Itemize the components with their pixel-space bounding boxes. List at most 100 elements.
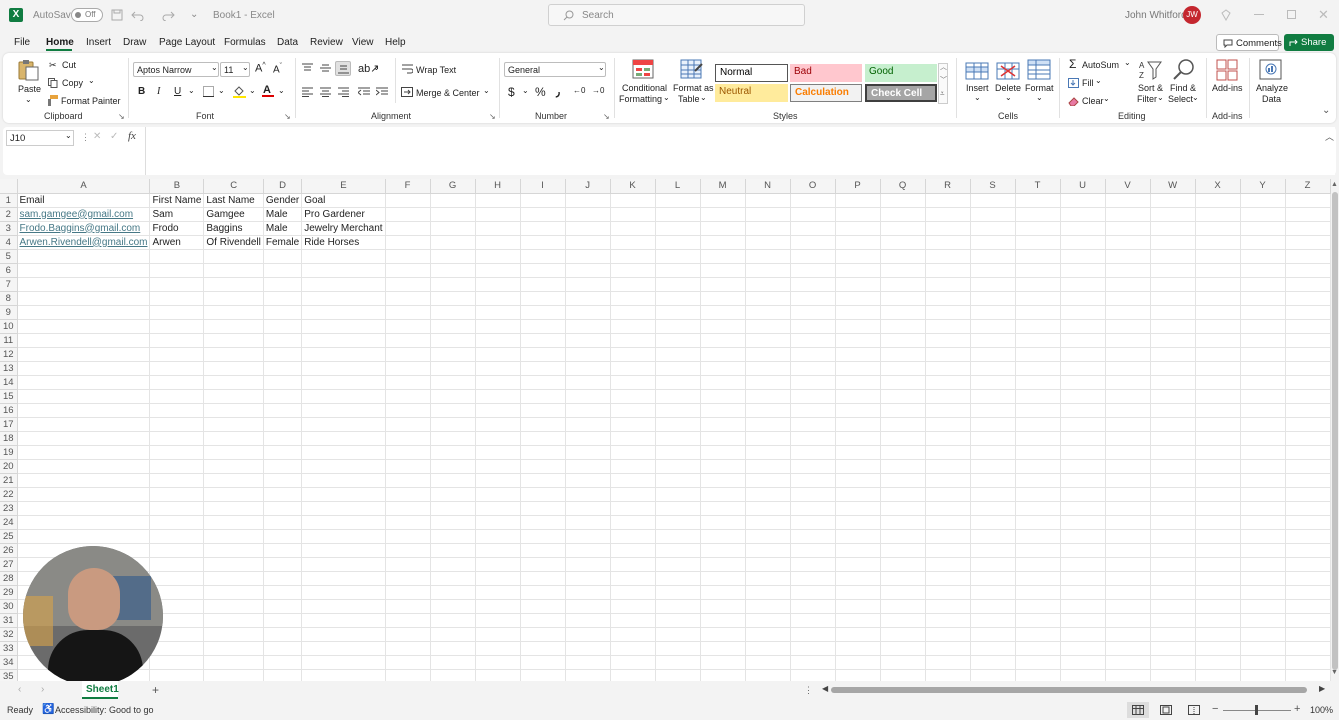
cell[interactable] (385, 263, 431, 278)
column-header[interactable]: Z (1285, 179, 1331, 194)
close-icon[interactable]: ✕ (1318, 7, 1329, 23)
cell[interactable] (745, 571, 791, 586)
cell[interactable] (745, 529, 791, 544)
cell[interactable] (149, 641, 205, 656)
cell[interactable] (1195, 529, 1241, 544)
style-calculation[interactable]: Calculation (790, 84, 862, 102)
fill-color-dropdown-icon[interactable]: ⌄ (249, 86, 256, 95)
cell[interactable] (475, 613, 521, 628)
cell[interactable] (301, 263, 386, 278)
cell[interactable]: Gender (263, 193, 303, 208)
cell[interactable] (745, 585, 791, 600)
cell[interactable] (1150, 627, 1196, 642)
cell[interactable] (925, 557, 971, 572)
cancel-entry-icon[interactable]: ✕ (93, 131, 101, 142)
fill-dropdown-icon[interactable]: ⌄ (1095, 76, 1102, 85)
cell[interactable] (790, 319, 836, 334)
cell[interactable] (745, 305, 791, 320)
cell[interactable] (610, 501, 656, 516)
cell[interactable] (835, 655, 881, 670)
wrap-text-button[interactable]: Wrap Text (416, 65, 456, 75)
cell[interactable] (520, 627, 566, 642)
cell[interactable] (430, 249, 476, 264)
cell[interactable] (430, 319, 476, 334)
insert-cells-button[interactable]: Insert (966, 83, 989, 93)
tab-data[interactable]: Data (277, 37, 298, 48)
cell[interactable] (790, 277, 836, 292)
delete-cells-button[interactable]: Delete (995, 83, 1021, 93)
cell[interactable] (203, 641, 264, 656)
analyze-data-icon[interactable] (1259, 59, 1283, 81)
cell[interactable] (385, 445, 431, 460)
tab-page-layout[interactable]: Page Layout (159, 37, 215, 48)
cell[interactable] (263, 333, 303, 348)
cell[interactable] (1195, 473, 1241, 488)
cell[interactable] (610, 333, 656, 348)
cell[interactable]: Last Name (203, 193, 264, 208)
cell[interactable] (880, 669, 926, 681)
paste-button[interactable]: Paste (18, 84, 41, 94)
more-options-icon[interactable]: ⋮ (81, 132, 90, 143)
find-select-button[interactable]: Select (1168, 94, 1193, 104)
cell[interactable] (880, 641, 926, 656)
cell[interactable] (610, 599, 656, 614)
cell[interactable] (1015, 249, 1061, 264)
cell[interactable] (565, 389, 611, 404)
cell[interactable] (925, 445, 971, 460)
cell[interactable] (610, 445, 656, 460)
column-header[interactable]: S (970, 179, 1016, 194)
cell[interactable]: Female (263, 235, 303, 250)
cell[interactable] (655, 375, 701, 390)
cell[interactable] (790, 473, 836, 488)
cell[interactable] (430, 403, 476, 418)
cell[interactable] (700, 375, 746, 390)
cell[interactable] (790, 221, 836, 236)
zoom-out-icon[interactable]: − (1212, 703, 1218, 715)
cell[interactable] (17, 431, 151, 446)
cell[interactable]: Arwen (149, 235, 205, 250)
copy-dropdown-icon[interactable]: ⌄ (88, 76, 95, 85)
cell[interactable] (1150, 669, 1196, 681)
cell[interactable] (520, 459, 566, 474)
cell[interactable] (745, 487, 791, 502)
cell[interactable] (1060, 319, 1106, 334)
cell[interactable] (1240, 207, 1286, 222)
cell[interactable] (790, 669, 836, 681)
cell[interactable] (565, 417, 611, 432)
cell[interactable] (1285, 235, 1331, 250)
column-header[interactable]: F (385, 179, 431, 194)
cell[interactable] (925, 249, 971, 264)
cell[interactable] (970, 529, 1016, 544)
cell[interactable] (835, 417, 881, 432)
cell[interactable] (700, 249, 746, 264)
cut-icon[interactable]: ✂ (49, 60, 57, 71)
cell[interactable] (1105, 361, 1151, 376)
zoom-slider-thumb[interactable] (1255, 705, 1258, 715)
cell[interactable] (655, 221, 701, 236)
cell[interactable] (835, 333, 881, 348)
cell[interactable] (1060, 669, 1106, 681)
cell[interactable] (970, 599, 1016, 614)
autosave-toggle[interactable]: Off (71, 8, 103, 22)
cell[interactable] (835, 403, 881, 418)
cell[interactable] (880, 361, 926, 376)
cell[interactable] (203, 263, 264, 278)
cell[interactable] (700, 389, 746, 404)
decrease-font-size-icon[interactable]: Aˇ (273, 63, 282, 75)
cell[interactable] (17, 249, 151, 264)
cell[interactable] (430, 613, 476, 628)
cell[interactable] (790, 333, 836, 348)
cell[interactable] (430, 375, 476, 390)
cell[interactable] (835, 431, 881, 446)
format-cells-icon[interactable] (1027, 59, 1051, 81)
tab-formulas[interactable]: Formulas (224, 37, 266, 48)
cell[interactable] (1060, 389, 1106, 404)
cell[interactable] (520, 221, 566, 236)
cell[interactable] (17, 403, 151, 418)
cell[interactable] (520, 641, 566, 656)
increase-indent-icon[interactable] (376, 87, 388, 97)
cell[interactable] (149, 333, 205, 348)
cell[interactable] (745, 263, 791, 278)
cell[interactable] (1150, 333, 1196, 348)
cell[interactable] (1240, 431, 1286, 446)
